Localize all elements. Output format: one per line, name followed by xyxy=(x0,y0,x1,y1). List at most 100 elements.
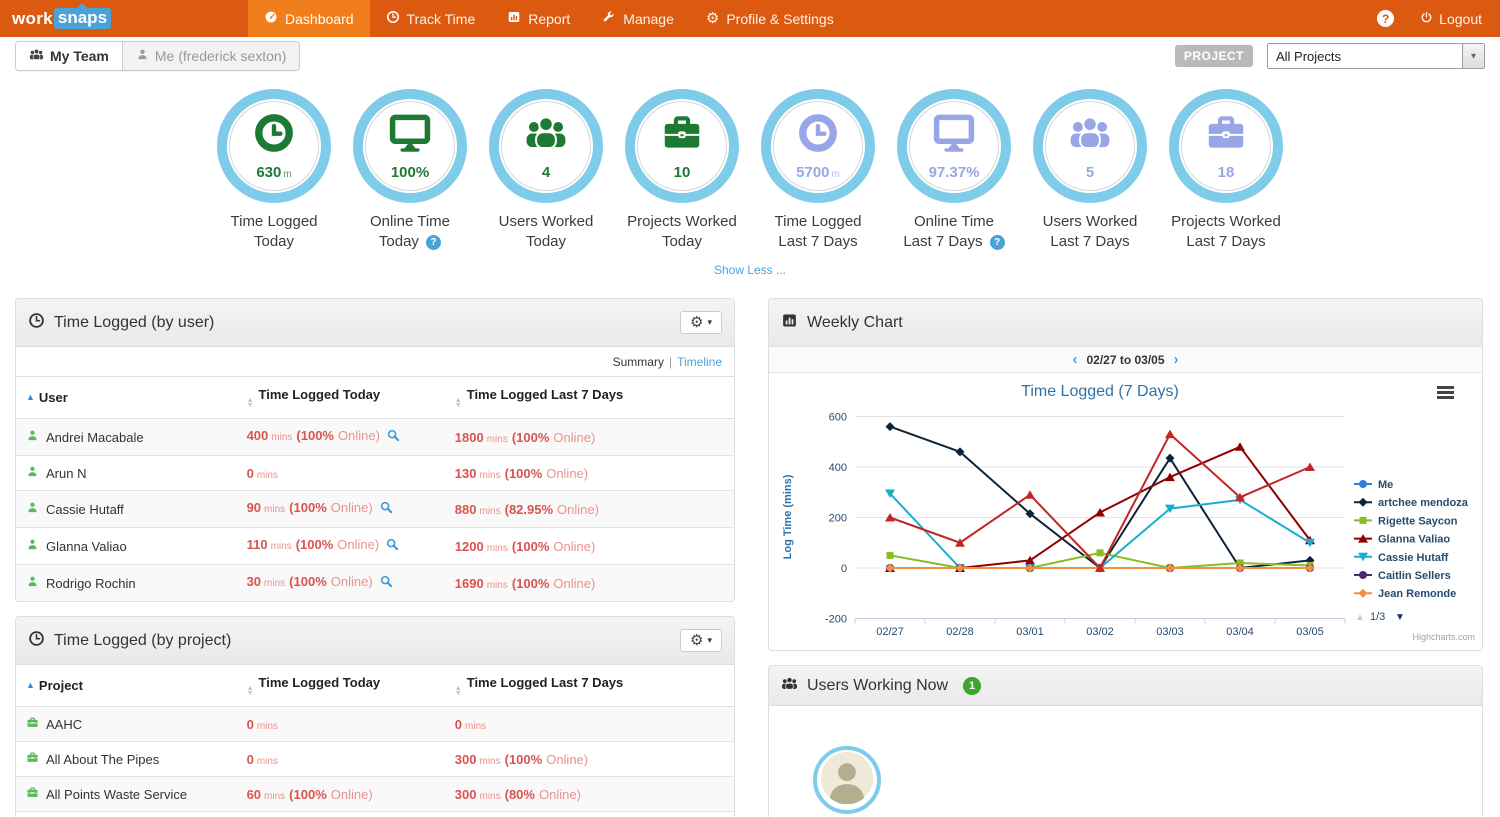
legend-item-artchee-mendoza[interactable]: artchee mendoza xyxy=(1354,497,1469,509)
stat-circle[interactable]: 630m xyxy=(217,89,331,203)
online-label: Online) xyxy=(331,787,373,802)
chevron-down-icon[interactable]: ▾ xyxy=(1462,44,1484,68)
person-icon xyxy=(26,575,39,591)
y-tick-label: 600 xyxy=(829,412,847,424)
mins-unit: mins xyxy=(480,791,501,802)
column-header-time-logged-last-7-days[interactable]: ▲▼Time Logged Last 7 Days xyxy=(447,665,734,707)
nav-item-profile-settings[interactable]: ⚙Profile & Settings xyxy=(690,0,850,37)
online-percent: (100% xyxy=(512,430,550,445)
next-week-button[interactable]: › xyxy=(1174,352,1179,367)
users-working-header: Users Working Now 1 xyxy=(769,666,1482,706)
show-less-link[interactable]: Show Less ... xyxy=(714,263,786,277)
clock-icon xyxy=(28,312,45,334)
nav-item-track-time[interactable]: Track Time xyxy=(370,0,492,37)
name-cell: Glanna Valiao xyxy=(16,528,239,565)
legend-prev-page-icon[interactable]: ▲ xyxy=(1355,612,1365,623)
help-icon[interactable]: ? xyxy=(426,235,441,250)
person-icon xyxy=(26,538,39,554)
table-row: AAHC0mins0mins xyxy=(16,707,734,742)
legend-next-page-icon[interactable]: ▼ xyxy=(1395,612,1405,623)
nav-item-dashboard[interactable]: Dashboard xyxy=(248,0,370,37)
timeline-view-link[interactable]: Timeline xyxy=(677,355,722,369)
navbar-right: ? Logout xyxy=(1377,0,1500,37)
row-name[interactable]: Andrei Macabale xyxy=(46,430,144,445)
time-today-cell: 0mins xyxy=(239,742,447,777)
sort-both-icon: ▲▼ xyxy=(247,686,254,696)
time-today-cell: 0mins xyxy=(239,456,447,491)
stat-circle[interactable]: 18 xyxy=(1169,89,1283,203)
person-icon xyxy=(136,48,149,64)
legend-item-glanna-valiao[interactable]: Glanna Valiao xyxy=(1354,534,1450,546)
date-range-label: 02/27 to 03/05 xyxy=(1086,353,1164,367)
table-row: Arun N0mins130mins(100%Online) xyxy=(16,456,734,491)
y-tick-label: 0 xyxy=(841,563,847,575)
project-select[interactable]: All Projects ▾ xyxy=(1267,43,1485,69)
online-label: Online) xyxy=(331,574,373,589)
tab-me[interactable]: Me (frederick sexton) xyxy=(123,42,299,70)
legend-label: Jean Remonde xyxy=(1378,588,1456,600)
time-last7days-cell: 300mins(100%Online) xyxy=(447,742,734,777)
stat-circle[interactable]: 5700m xyxy=(761,89,875,203)
chart-credits: Highcharts.com xyxy=(1412,632,1475,642)
minutes-value: 130 xyxy=(455,466,477,481)
view-screenshots-icon[interactable] xyxy=(379,574,394,592)
view-divider: | xyxy=(669,355,672,369)
prev-week-button[interactable]: ‹ xyxy=(1072,352,1077,367)
legend-item-jean-remonde[interactable]: Jean Remonde xyxy=(1354,588,1456,600)
stat-circle[interactable]: 97.37% xyxy=(897,89,1011,203)
worksnaps-logo[interactable]: work snaps xyxy=(0,0,123,37)
legend-item-rigette-saycon[interactable]: Rigette Saycon xyxy=(1354,515,1458,527)
logo-snaps-text: snaps xyxy=(54,8,111,29)
column-header-time-logged-last-7-days[interactable]: ▲▼Time Logged Last 7 Days xyxy=(447,377,734,419)
stat-circle[interactable]: 4 xyxy=(489,89,603,203)
nav-item-label: Report xyxy=(528,11,570,27)
online-label: Online) xyxy=(331,500,373,515)
row-name[interactable]: Cassie Hutaff xyxy=(46,502,124,517)
column-header-time-logged-today[interactable]: ▲▼Time Logged Today xyxy=(239,665,447,707)
nav-item-report[interactable]: Report xyxy=(491,0,586,37)
logo-work-text: work xyxy=(12,9,53,29)
column-header-time-logged-today[interactable]: ▲▼Time Logged Today xyxy=(239,377,447,419)
mins-unit: mins xyxy=(264,578,285,589)
chart-context-menu-button[interactable] xyxy=(1437,386,1454,401)
stat-label: Projects WorkedLast 7 Days xyxy=(1171,212,1281,251)
help-icon[interactable]: ? xyxy=(990,235,1005,250)
nav-item-manage[interactable]: Manage xyxy=(586,0,690,37)
online-percent: (100% xyxy=(296,428,334,443)
row-name[interactable]: Rodrigo Rochin xyxy=(46,576,136,591)
stat-circle[interactable]: 100% xyxy=(353,89,467,203)
working-user-avatar[interactable] xyxy=(813,746,881,814)
time-today-cell: 60mins(100%Online) xyxy=(239,777,447,812)
stat-circle[interactable]: 10 xyxy=(625,89,739,203)
logout-button[interactable]: Logout xyxy=(1420,11,1482,27)
online-label: Online) xyxy=(539,787,581,802)
by-user-panel-header: Time Logged (by user) ⚙ ▾ xyxy=(16,299,734,347)
briefcase-icon xyxy=(26,716,39,732)
by-user-settings-button[interactable]: ⚙ ▾ xyxy=(680,311,722,334)
stat-users-worked-last-7-days: 5Users WorkedLast 7 Days xyxy=(1022,89,1158,251)
online-label: Online) xyxy=(338,428,380,443)
person-icon xyxy=(26,465,39,481)
legend-item-caitlin-sellers[interactable]: Caitlin Sellers xyxy=(1354,570,1451,582)
mins-unit: mins xyxy=(271,541,292,552)
row-name[interactable]: All About The Pipes xyxy=(46,752,159,767)
row-name[interactable]: Arun N xyxy=(46,466,86,481)
column-header-user[interactable]: ▲User xyxy=(16,377,239,419)
row-name[interactable]: AAHC xyxy=(46,717,82,732)
row-name[interactable]: Glanna Valiao xyxy=(46,539,127,554)
column-header-project[interactable]: ▲Project xyxy=(16,665,239,707)
time-today-cell: 30mins(100%Online) xyxy=(239,565,447,602)
legend-item-me[interactable]: Me xyxy=(1354,479,1393,491)
view-screenshots-icon[interactable] xyxy=(385,537,400,555)
minutes-value: 1690 xyxy=(455,576,484,591)
view-screenshots-icon[interactable] xyxy=(386,428,401,446)
stat-circle[interactable]: 5 xyxy=(1033,89,1147,203)
name-cell: AAHC xyxy=(16,707,239,742)
legend-item-cassie-hutaff[interactable]: Cassie Hutaff xyxy=(1354,552,1449,564)
series-cassie-hutaff[interactable] xyxy=(885,490,1315,573)
help-icon[interactable]: ? xyxy=(1377,10,1394,27)
by-project-settings-button[interactable]: ⚙ ▾ xyxy=(680,629,722,652)
tab-my-team[interactable]: My Team xyxy=(16,42,123,70)
row-name[interactable]: All Points Waste Service xyxy=(46,787,187,802)
view-screenshots-icon[interactable] xyxy=(379,500,394,518)
